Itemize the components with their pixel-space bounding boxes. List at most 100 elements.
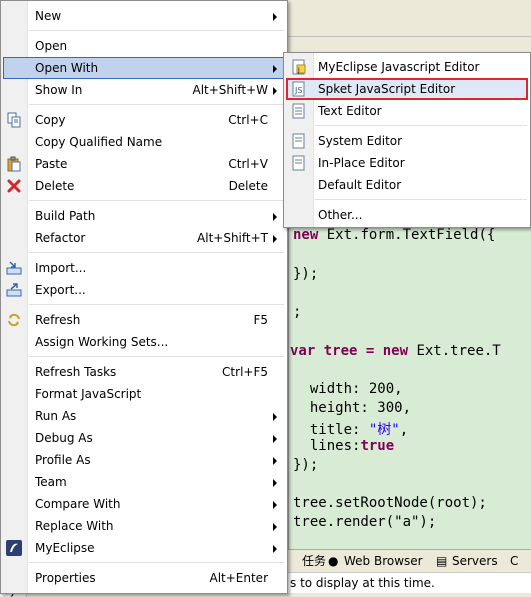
menu-item-label: Refresh Tasks bbox=[35, 365, 117, 379]
menu-item-label: Spket JavaScript Editor bbox=[318, 82, 456, 96]
menu-item-label: Other... bbox=[318, 208, 363, 222]
submenu-arrow-icon bbox=[273, 457, 277, 465]
submenu-item-text-editor[interactable]: Text Editor bbox=[286, 100, 528, 122]
menu-item-format-javascript[interactable]: Format JavaScript bbox=[3, 383, 284, 405]
code-line: }); bbox=[293, 266, 319, 282]
code-editor[interactable]: new Ext.form.TextField({ }); ; var tree … bbox=[288, 226, 531, 550]
menu-item-label: Export... bbox=[35, 283, 86, 297]
menu-separator bbox=[29, 104, 284, 105]
menu-item-label: Refactor bbox=[35, 231, 86, 245]
menu-item-copy[interactable]: Copy Ctrl+C bbox=[3, 109, 284, 131]
menu-item-compare-with[interactable]: Compare With bbox=[3, 493, 284, 515]
menu-item-assign-working-sets[interactable]: Assign Working Sets... bbox=[3, 331, 284, 353]
js-editor-icon: J bbox=[292, 59, 306, 75]
menu-item-import[interactable]: Import... bbox=[3, 257, 284, 279]
code-line: ; bbox=[293, 304, 302, 320]
menu-separator bbox=[29, 356, 284, 357]
menu-item-copy-qualified-name[interactable]: Copy Qualified Name bbox=[3, 131, 284, 153]
menu-item-label: Delete bbox=[35, 179, 75, 193]
menu-item-export[interactable]: Export... bbox=[3, 279, 284, 301]
menu-separator bbox=[315, 199, 527, 200]
problems-status: s to display at this time. bbox=[288, 572, 531, 593]
spket-icon: JS bbox=[292, 81, 305, 97]
menu-item-label: Replace With bbox=[35, 519, 114, 533]
menu-separator bbox=[29, 562, 284, 563]
menu-item-label: Run As bbox=[35, 409, 77, 423]
menu-item-label: Show In bbox=[35, 83, 83, 97]
globe-icon: ● bbox=[328, 554, 339, 568]
menu-shortcut: Alt+Shift+W bbox=[192, 83, 269, 97]
menu-item-replace-with[interactable]: Replace With bbox=[3, 515, 284, 537]
menu-item-delete[interactable]: Delete Delete bbox=[3, 175, 284, 197]
copy-icon bbox=[7, 112, 21, 128]
menu-item-label: Open bbox=[35, 39, 68, 53]
code-line: tree.setRootNode(root); bbox=[293, 495, 487, 511]
code-line: width: 200, bbox=[293, 381, 403, 397]
menu-item-label: Build Path bbox=[35, 209, 96, 223]
code-line: title: "树", bbox=[293, 422, 409, 438]
menu-item-label: Debug As bbox=[35, 431, 93, 445]
menu-separator bbox=[29, 200, 284, 201]
servers-icon: ▤ bbox=[436, 554, 448, 568]
menu-item-label: Copy bbox=[35, 113, 66, 127]
menu-item-label: Team bbox=[35, 475, 67, 489]
tab-console[interactable]: C bbox=[510, 553, 518, 570]
submenu-arrow-icon bbox=[273, 13, 277, 21]
submenu-item-in-place-editor[interactable]: In-Place Editor bbox=[286, 152, 528, 174]
svg-text:JS: JS bbox=[294, 86, 302, 95]
menu-item-profile-as[interactable]: Profile As bbox=[3, 449, 284, 471]
menu-item-properties[interactable]: Properties Alt+Enter bbox=[3, 567, 284, 589]
menu-separator bbox=[29, 252, 284, 253]
submenu-arrow-icon bbox=[273, 213, 277, 221]
code-line: var tree = new Ext.tree.T bbox=[290, 343, 501, 359]
myeclipse-icon bbox=[6, 540, 22, 556]
menu-item-refresh[interactable]: Refresh F5 bbox=[3, 309, 284, 331]
submenu-item-default-editor[interactable]: Default Editor bbox=[286, 174, 528, 196]
menu-item-label: Refresh bbox=[35, 313, 81, 327]
menu-item-label: Open With bbox=[35, 61, 99, 75]
menu-item-refresh-tasks[interactable]: Refresh Tasks Ctrl+F5 bbox=[3, 361, 284, 383]
menu-item-team[interactable]: Team bbox=[3, 471, 284, 493]
system-editor-icon bbox=[292, 133, 305, 149]
menu-shortcut: Ctrl+V bbox=[228, 157, 268, 171]
view-tabs: 任务 ● Web Browser ▤ Servers C bbox=[288, 549, 531, 572]
submenu-arrow-icon bbox=[273, 87, 277, 95]
menu-shortcut: Ctrl+C bbox=[228, 113, 268, 127]
menu-separator bbox=[29, 30, 284, 31]
menu-item-open[interactable]: Open bbox=[3, 35, 284, 57]
code-line: new Ext.form.TextField({ bbox=[293, 227, 496, 243]
paste-icon bbox=[7, 156, 21, 172]
menu-separator bbox=[29, 304, 284, 305]
submenu-item-spket-javascript-editor[interactable]: JS Spket JavaScript Editor bbox=[286, 78, 528, 100]
code-line: lines:true bbox=[293, 438, 395, 454]
menu-shortcut: Delete bbox=[228, 179, 268, 193]
submenu-item-myeclipse-javascript-editor[interactable]: J MyEclipse Javascript Editor bbox=[286, 56, 528, 78]
menu-item-open-with[interactable]: Open With bbox=[3, 57, 284, 79]
menu-item-new[interactable]: New bbox=[3, 5, 284, 27]
menu-separator bbox=[315, 125, 527, 126]
menu-item-show-in[interactable]: Show In Alt+Shift+W bbox=[3, 79, 284, 101]
menu-item-label: Copy Qualified Name bbox=[35, 135, 163, 149]
menu-shortcut: Alt+Enter bbox=[209, 571, 268, 585]
menu-item-refactor[interactable]: Refactor Alt+Shift+T bbox=[3, 227, 284, 249]
submenu-item-system-editor[interactable]: System Editor bbox=[286, 130, 528, 152]
tab-servers[interactable]: Servers bbox=[452, 553, 498, 570]
menu-item-label: Profile As bbox=[35, 453, 91, 467]
menu-item-run-as[interactable]: Run As bbox=[3, 405, 284, 427]
menu-item-label: Text Editor bbox=[318, 104, 382, 118]
menu-item-paste[interactable]: Paste Ctrl+V bbox=[3, 153, 284, 175]
delete-icon bbox=[7, 179, 21, 193]
submenu-item-other[interactable]: Other... bbox=[286, 204, 528, 226]
menu-item-build-path[interactable]: Build Path bbox=[3, 205, 284, 227]
tab-web-browser[interactable]: Web Browser bbox=[344, 553, 423, 570]
menu-item-myeclipse[interactable]: MyEclipse bbox=[3, 537, 284, 559]
tab-tasks[interactable]: 任务 bbox=[302, 553, 326, 570]
menu-shortcut: Ctrl+F5 bbox=[222, 365, 268, 379]
menu-item-debug-as[interactable]: Debug As bbox=[3, 427, 284, 449]
menu-item-label: Import... bbox=[35, 261, 87, 275]
menu-item-label: Properties bbox=[35, 571, 96, 585]
menu-item-label: Paste bbox=[35, 157, 68, 171]
code-line: }); bbox=[293, 457, 319, 473]
svg-text:J: J bbox=[297, 67, 300, 74]
menu-item-label: System Editor bbox=[318, 134, 403, 148]
